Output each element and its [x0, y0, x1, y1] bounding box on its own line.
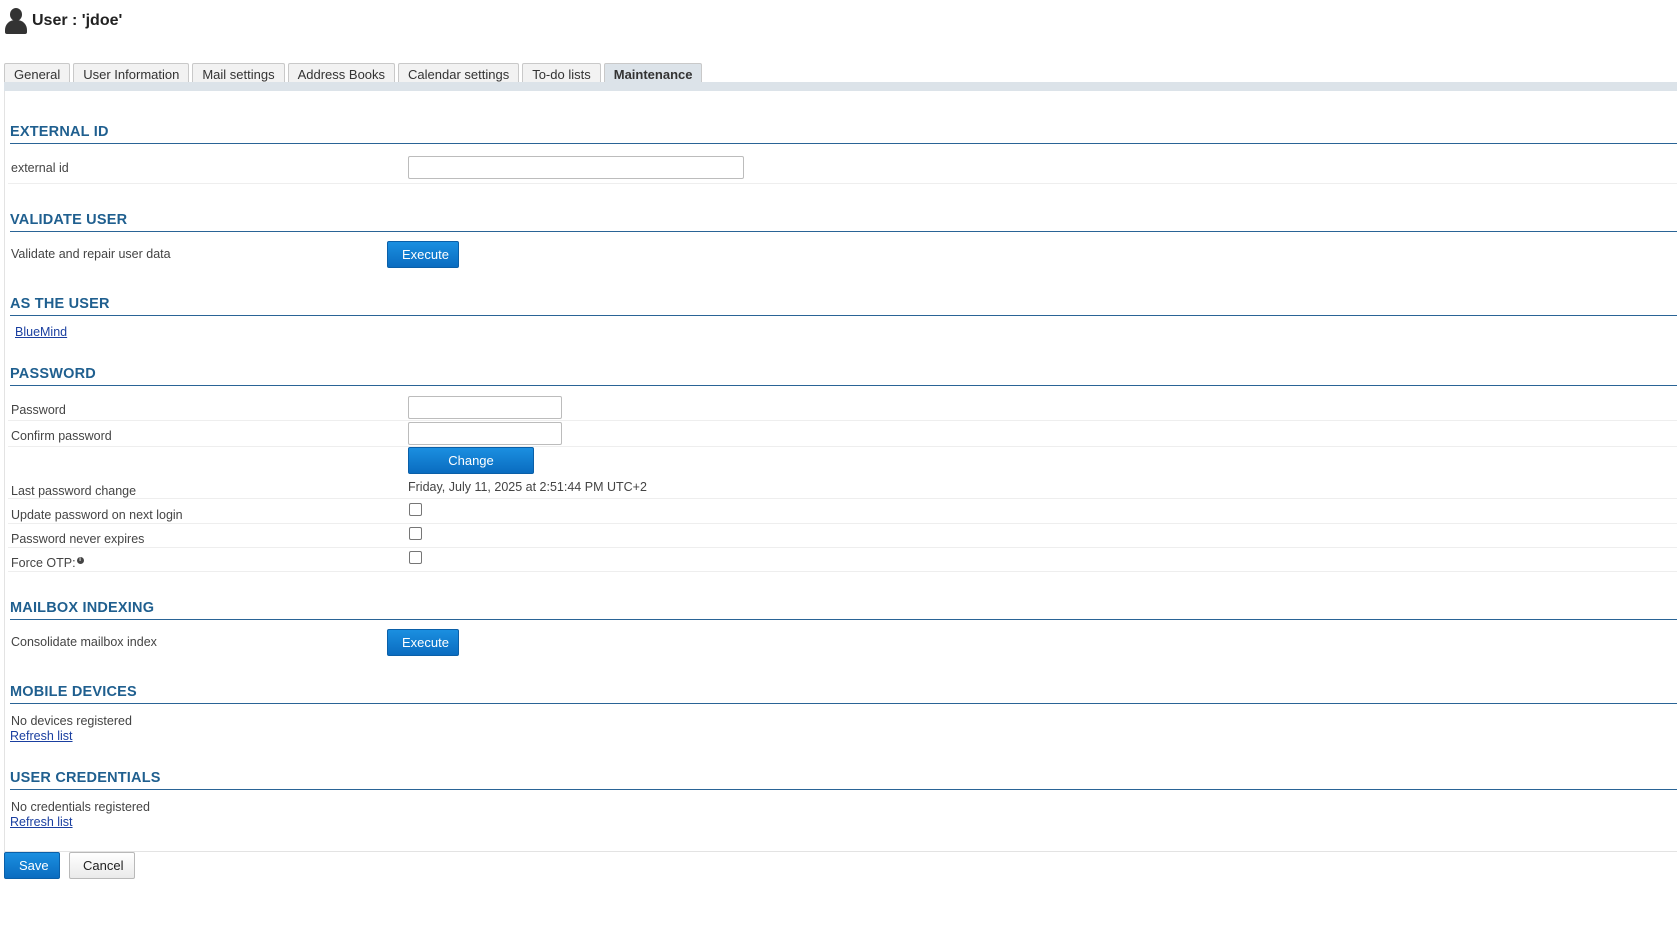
section-title-mailbox-indexing: MAILBOX INDEXING [10, 600, 1677, 620]
last-password-change-value: Friday, July 11, 2025 at 2:51:44 PM UTC+… [408, 480, 647, 494]
section-title-password: PASSWORD [10, 366, 1677, 386]
force-otp-label-wrapper: Force OTP: i [11, 556, 84, 570]
cancel-button[interactable]: Cancel [69, 852, 135, 879]
row-divider [8, 523, 1677, 524]
password-never-expires-checkbox[interactable] [409, 527, 422, 540]
force-otp-checkbox[interactable] [409, 551, 422, 564]
user-maintenance-page: User : 'jdoe' General User Information M… [0, 0, 1677, 944]
update-password-next-login-label: Update password on next login [11, 508, 183, 522]
mobile-devices-refresh-link[interactable]: Refresh list [10, 729, 73, 743]
mailbox-index-execute-button[interactable]: Execute [387, 629, 459, 656]
section-title-as-the-user: AS THE USER [10, 296, 1677, 316]
row-divider [8, 446, 1677, 447]
external-id-input[interactable] [408, 156, 744, 179]
update-password-next-login-checkbox[interactable] [409, 503, 422, 516]
page-title: User : 'jdoe' [32, 12, 123, 29]
row-divider [8, 498, 1677, 499]
external-id-label: external id [11, 161, 69, 175]
content-left-border [4, 91, 5, 851]
save-button[interactable]: Save [4, 852, 60, 879]
row-divider [8, 183, 1677, 184]
info-icon[interactable]: i [76, 557, 84, 564]
bluemind-link[interactable]: BlueMind [15, 325, 67, 339]
section-title-external-id: EXTERNAL ID [10, 124, 1677, 144]
validate-user-execute-button[interactable]: Execute [387, 241, 459, 268]
password-input[interactable] [408, 396, 562, 419]
change-password-button[interactable]: Change password [408, 447, 534, 493]
row-divider [8, 547, 1677, 548]
consolidate-mailbox-index-label: Consolidate mailbox index [11, 635, 157, 649]
row-divider [8, 420, 1677, 421]
section-title-user-credentials: USER CREDENTIALS [10, 770, 1677, 790]
page-header: User : 'jdoe' [4, 6, 122, 36]
tab-underline [4, 82, 1677, 91]
user-icon [4, 8, 28, 34]
footer-divider [4, 851, 1677, 852]
user-credentials-refresh-link[interactable]: Refresh list [10, 815, 73, 829]
section-title-validate-user: VALIDATE USER [10, 212, 1677, 232]
password-never-expires-label: Password never expires [11, 532, 145, 546]
last-password-change-label: Last password change [11, 484, 137, 498]
user-credentials-status: No credentials registered [11, 800, 150, 814]
confirm-password-label: Confirm password [11, 429, 112, 443]
confirm-password-input[interactable] [408, 422, 562, 445]
validate-user-label: Validate and repair user data [11, 247, 171, 261]
password-label: Password [11, 403, 66, 417]
section-title-mobile-devices: MOBILE DEVICES [10, 684, 1677, 704]
row-divider [8, 571, 1677, 572]
mobile-devices-status: No devices registered [11, 714, 132, 728]
force-otp-label: Force OTP: [11, 556, 76, 570]
